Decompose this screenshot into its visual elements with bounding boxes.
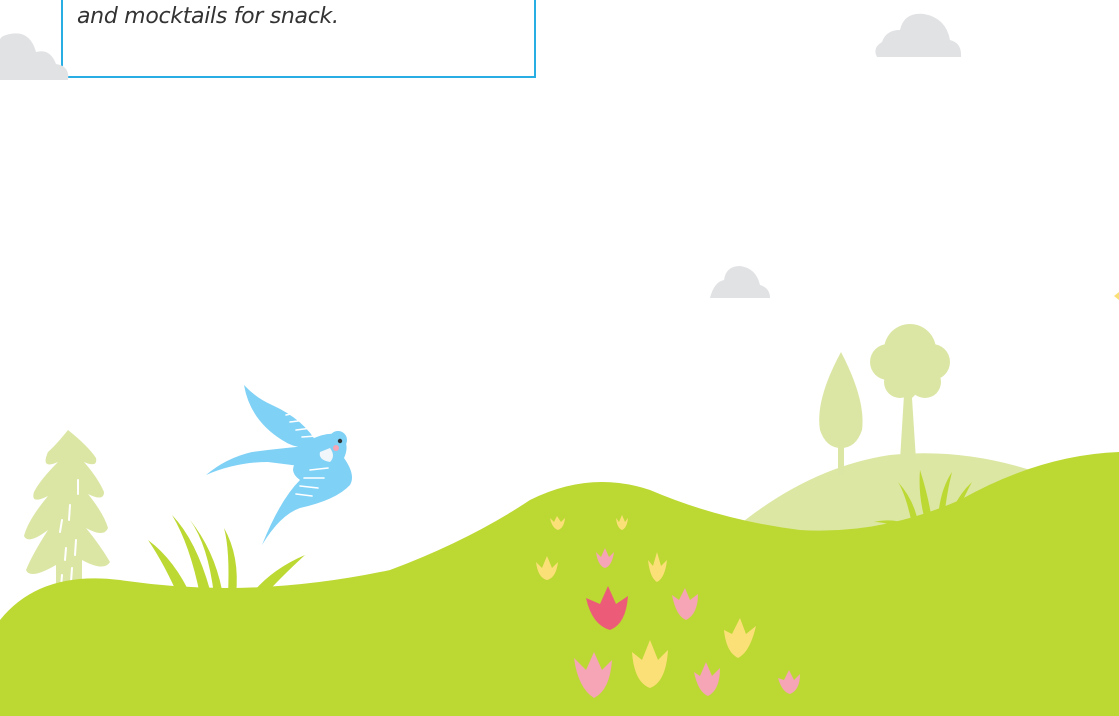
bird-icon	[206, 385, 352, 545]
cloud-icon	[0, 33, 69, 80]
round-tree-icon	[870, 324, 950, 460]
cloud-icon	[710, 266, 770, 298]
edge-mark	[1114, 292, 1119, 300]
cloud-icon	[875, 13, 962, 58]
poplar-tree-icon	[819, 352, 863, 475]
meadow-illustration	[0, 13, 1119, 716]
pine-tree-icon	[24, 430, 110, 595]
